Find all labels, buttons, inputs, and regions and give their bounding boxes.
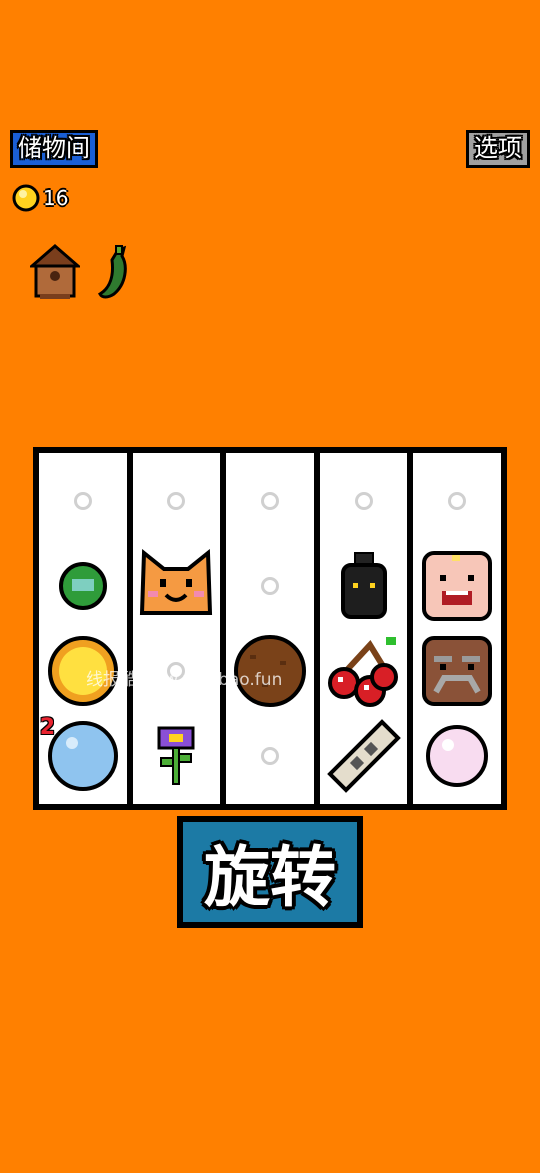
baby-face-icon — [422, 551, 493, 622]
empty-slot-icon — [167, 492, 186, 511]
chili-pepper-icon[interactable] — [96, 244, 132, 300]
green-pearl-icon — [58, 562, 107, 611]
empty-slot-icon — [354, 492, 373, 511]
empty-slot-icon — [167, 661, 186, 680]
black-bomb-icon — [340, 552, 387, 620]
slot-cherry[interactable] — [325, 632, 403, 710]
slot-empty — [231, 547, 309, 625]
pink-pearl-icon — [426, 724, 489, 787]
options-button[interactable]: 选项 — [466, 130, 530, 168]
empty-slot-icon — [260, 492, 279, 511]
spin-button[interactable]: 旋转 — [177, 816, 363, 928]
flower-icon — [157, 726, 195, 785]
bubble-icon — [47, 720, 118, 791]
coin-counter: 16 — [12, 184, 68, 212]
coconut-icon — [233, 634, 306, 707]
slot-empty — [44, 462, 122, 540]
storage-button[interactable]: 储物间 — [10, 130, 98, 168]
slot-bubble[interactable]: 2 — [40, 715, 122, 795]
seed-pod-icon — [326, 718, 401, 793]
coin-count: 16 — [43, 186, 69, 210]
slot-pink-pearl[interactable] — [418, 717, 496, 795]
slot-green-pearl[interactable] — [44, 547, 122, 625]
slot-empty — [137, 462, 215, 540]
gold-coin-icon — [47, 635, 118, 706]
empty-slot-icon — [260, 746, 279, 765]
reel-5 — [413, 453, 501, 804]
symbol-count-badge: 2 — [39, 714, 56, 740]
birdhouse-icon[interactable] — [30, 244, 80, 300]
slot-empty — [325, 462, 403, 540]
slot-old-man-face[interactable] — [418, 632, 496, 710]
relic-bar — [30, 244, 132, 300]
slot-flower[interactable] — [137, 717, 215, 795]
empty-slot-icon — [448, 492, 467, 511]
slot-empty — [231, 717, 309, 795]
slot-baby-face[interactable] — [418, 547, 496, 625]
cherry-icon — [327, 636, 398, 707]
empty-slot-icon — [260, 577, 279, 596]
slot-gold-coin[interactable] — [44, 632, 122, 710]
cat-icon — [140, 549, 213, 616]
slot-empty — [137, 632, 215, 710]
slot-seed-pod[interactable] — [325, 717, 403, 795]
empty-slot-icon — [73, 492, 92, 511]
coin-icon — [12, 184, 40, 212]
reel-1: 2 — [39, 453, 127, 804]
slot-empty — [231, 462, 309, 540]
slot-coconut[interactable] — [231, 632, 309, 710]
slot-black-bomb[interactable] — [325, 547, 403, 625]
reel-4 — [319, 453, 408, 804]
slot-board: 2 — [33, 447, 507, 810]
reel-2 — [132, 453, 221, 804]
reel-3 — [226, 453, 314, 804]
slot-empty — [418, 462, 496, 540]
old-man-face-icon — [422, 635, 493, 706]
slot-cat[interactable] — [137, 547, 215, 625]
